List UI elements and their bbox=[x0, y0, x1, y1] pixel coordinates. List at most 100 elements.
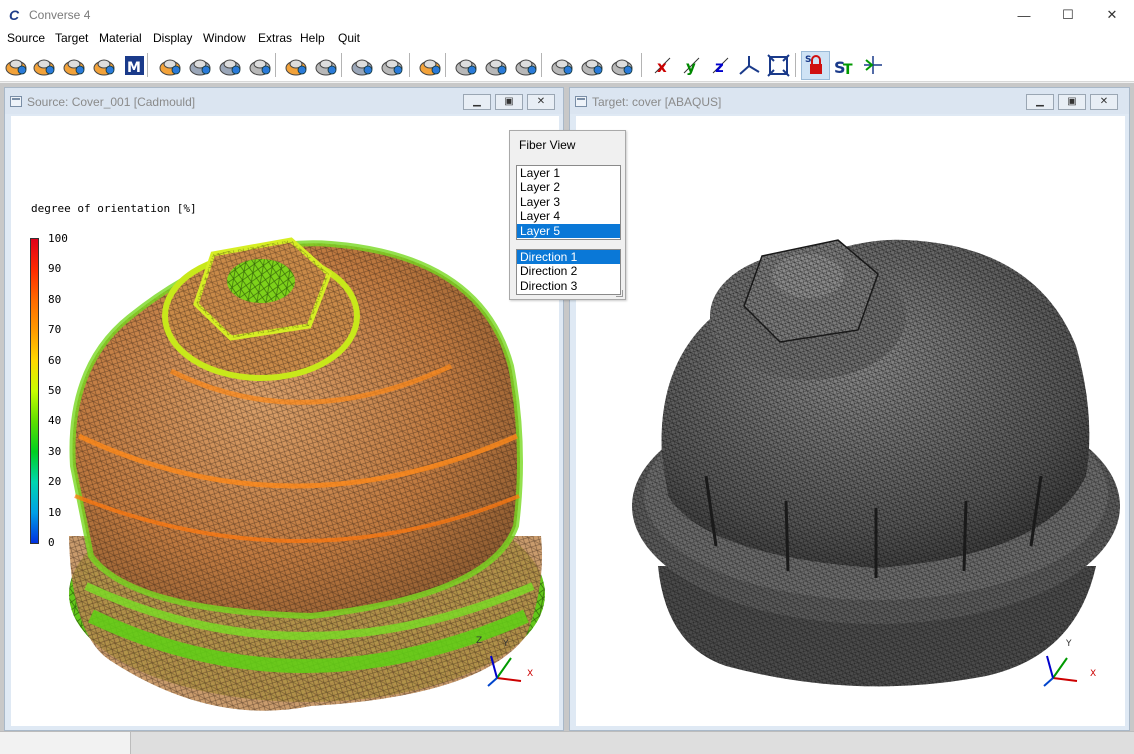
source-mesh-render bbox=[69, 237, 545, 711]
hide-surface-icon[interactable] bbox=[483, 52, 510, 79]
target-surface-icon[interactable] bbox=[217, 52, 244, 79]
menu-display[interactable]: Display bbox=[153, 31, 192, 45]
target-window[interactable]: Target: cover [ABAQUS] ▁ ▣ ✕ X Y Z bbox=[569, 87, 1130, 731]
direction-item[interactable]: Direction 3 bbox=[517, 279, 620, 293]
source-minimize-button[interactable]: ▁ bbox=[463, 94, 491, 110]
toolbar-separator bbox=[445, 53, 446, 77]
direction-item-selected[interactable]: Direction 1 bbox=[517, 250, 620, 265]
move-source-icon[interactable] bbox=[549, 52, 576, 79]
source-axis-z-label: Z bbox=[476, 636, 483, 646]
toolbar-separator bbox=[541, 53, 542, 77]
source-window-title: Source: Cover_001 [Cadmould] bbox=[27, 95, 196, 109]
layer-listbox[interactable]: Layer 1 Layer 2 Layer 3 Layer 4 Layer 5 bbox=[516, 165, 621, 240]
target-mesh-render bbox=[632, 239, 1120, 687]
toolbar-separator bbox=[409, 53, 410, 77]
application-window: C Converse 4 — ☐ ✕ Source Target Materia… bbox=[0, 0, 1134, 754]
toolbar-separator bbox=[147, 53, 148, 77]
set-text-icon[interactable]: ST bbox=[831, 52, 858, 79]
status-bar bbox=[0, 731, 1134, 754]
app-logo-icon: C bbox=[9, 7, 20, 23]
menu-window[interactable]: Window bbox=[203, 31, 246, 45]
toolbar-separator bbox=[795, 53, 796, 77]
source-axis-triad bbox=[487, 655, 522, 687]
svg-text:x: x bbox=[657, 58, 667, 76]
rotate-y-icon[interactable]: y bbox=[678, 52, 705, 79]
svg-text:T: T bbox=[843, 62, 853, 78]
source-viewport[interactable]: degree of orientation [%] 100 90 80 70 60 50 4… bbox=[11, 116, 559, 726]
target-axis-x-label: X bbox=[1090, 669, 1097, 679]
layer-item[interactable]: Layer 3 bbox=[517, 195, 620, 209]
rotate-z-icon[interactable]: z bbox=[707, 52, 734, 79]
window-icon bbox=[575, 96, 587, 107]
move-mesh-icon[interactable] bbox=[579, 52, 606, 79]
open-target-icon[interactable] bbox=[157, 52, 184, 79]
toolbar-separator bbox=[275, 53, 276, 77]
toolbar-separator bbox=[341, 53, 342, 77]
toolbar-separator bbox=[641, 53, 642, 77]
source-window-titlebar[interactable]: Source: Cover_001 [Cadmould] ▁ ▣ ✕ bbox=[5, 88, 563, 114]
svg-text:S: S bbox=[805, 55, 811, 65]
map-target-icon[interactable] bbox=[349, 52, 376, 79]
close-button[interactable]: ✕ bbox=[1090, 0, 1134, 30]
svg-text:z: z bbox=[715, 58, 724, 76]
source-close-button[interactable]: ✕ bbox=[527, 94, 555, 110]
hide-view-icon[interactable] bbox=[513, 52, 540, 79]
target-mesh-icon[interactable] bbox=[187, 52, 214, 79]
move-view-icon[interactable] bbox=[609, 52, 636, 79]
menu-target[interactable]: Target bbox=[55, 31, 88, 45]
layer-item[interactable]: Layer 1 bbox=[517, 166, 620, 180]
resize-grip-icon[interactable] bbox=[616, 290, 623, 297]
target-viewport[interactable]: X Y Z bbox=[576, 116, 1125, 726]
source-mesh-icon[interactable] bbox=[31, 52, 58, 79]
maximize-button[interactable]: ☐ bbox=[1046, 0, 1090, 30]
menu-help[interactable]: Help bbox=[300, 31, 325, 45]
hide-source-icon[interactable] bbox=[453, 52, 480, 79]
layer-item[interactable]: Layer 4 bbox=[517, 209, 620, 223]
target-axis-z-label: Z bbox=[1039, 636, 1046, 646]
window-icon bbox=[10, 96, 22, 107]
target-window-title: Target: cover [ABAQUS] bbox=[592, 95, 722, 109]
source-axis-x-label: X bbox=[527, 669, 534, 679]
menu-extras[interactable]: Extras bbox=[258, 31, 292, 45]
menu-source[interactable]: Source bbox=[7, 31, 45, 45]
svg-text:M: M bbox=[127, 60, 141, 76]
source-view-icon[interactable] bbox=[91, 52, 118, 79]
target-axis-y-label: Y bbox=[1066, 639, 1072, 649]
target-window-titlebar[interactable]: Target: cover [ABAQUS] ▁ ▣ ✕ bbox=[570, 88, 1129, 114]
fiber-view-panel: Fiber View Layer 1 Layer 2 Layer 3 Layer… bbox=[509, 130, 626, 300]
menu-quit[interactable]: Quit bbox=[338, 31, 360, 45]
direction-item[interactable]: Direction 2 bbox=[517, 264, 620, 278]
point-view-icon[interactable] bbox=[313, 52, 340, 79]
fiber-view-title: Fiber View bbox=[519, 138, 576, 152]
layer-item[interactable]: Layer 2 bbox=[517, 180, 620, 194]
axes-icon[interactable] bbox=[736, 52, 763, 79]
target-minimize-button[interactable]: ▁ bbox=[1026, 94, 1054, 110]
menu-material[interactable]: Material bbox=[99, 31, 142, 45]
target-axis-triad bbox=[1043, 655, 1078, 687]
source-surface-icon[interactable] bbox=[61, 52, 88, 79]
source-axis-y-label: Y bbox=[503, 639, 509, 649]
status-panel bbox=[0, 732, 131, 754]
app-title: Converse 4 bbox=[29, 8, 91, 22]
open-source-icon[interactable] bbox=[3, 52, 30, 79]
target-close-button[interactable]: ✕ bbox=[1090, 94, 1118, 110]
minimize-button[interactable]: — bbox=[1002, 0, 1046, 30]
direction-listbox[interactable]: Direction 1 Direction 2 Direction 3 bbox=[516, 249, 621, 295]
toolbar: Mx y z S ST bbox=[0, 48, 1134, 82]
target-view-icon[interactable] bbox=[247, 52, 274, 79]
align-icon[interactable] bbox=[860, 52, 887, 79]
svg-text:y: y bbox=[686, 58, 696, 76]
material-database-icon[interactable]: M bbox=[121, 52, 148, 79]
source-window[interactable]: Source: Cover_001 [Cadmould] ▁ ▣ ✕ degre… bbox=[4, 87, 564, 731]
target-restore-button[interactable]: ▣ bbox=[1058, 94, 1086, 110]
lock-icon[interactable]: S bbox=[801, 51, 830, 80]
fit-view-icon[interactable] bbox=[765, 52, 792, 79]
map-view-icon[interactable] bbox=[379, 52, 406, 79]
layer-item-selected[interactable]: Layer 5 bbox=[517, 223, 620, 238]
title-bar: C Converse 4 — ☐ ✕ bbox=[0, 0, 1134, 30]
source-restore-button[interactable]: ▣ bbox=[495, 94, 523, 110]
rotate-x-icon[interactable]: x bbox=[649, 52, 676, 79]
menu-bar: Source Target Material Display Window Ex… bbox=[0, 30, 1134, 48]
point-source-icon[interactable] bbox=[283, 52, 310, 79]
transfer-icon[interactable] bbox=[417, 52, 444, 79]
